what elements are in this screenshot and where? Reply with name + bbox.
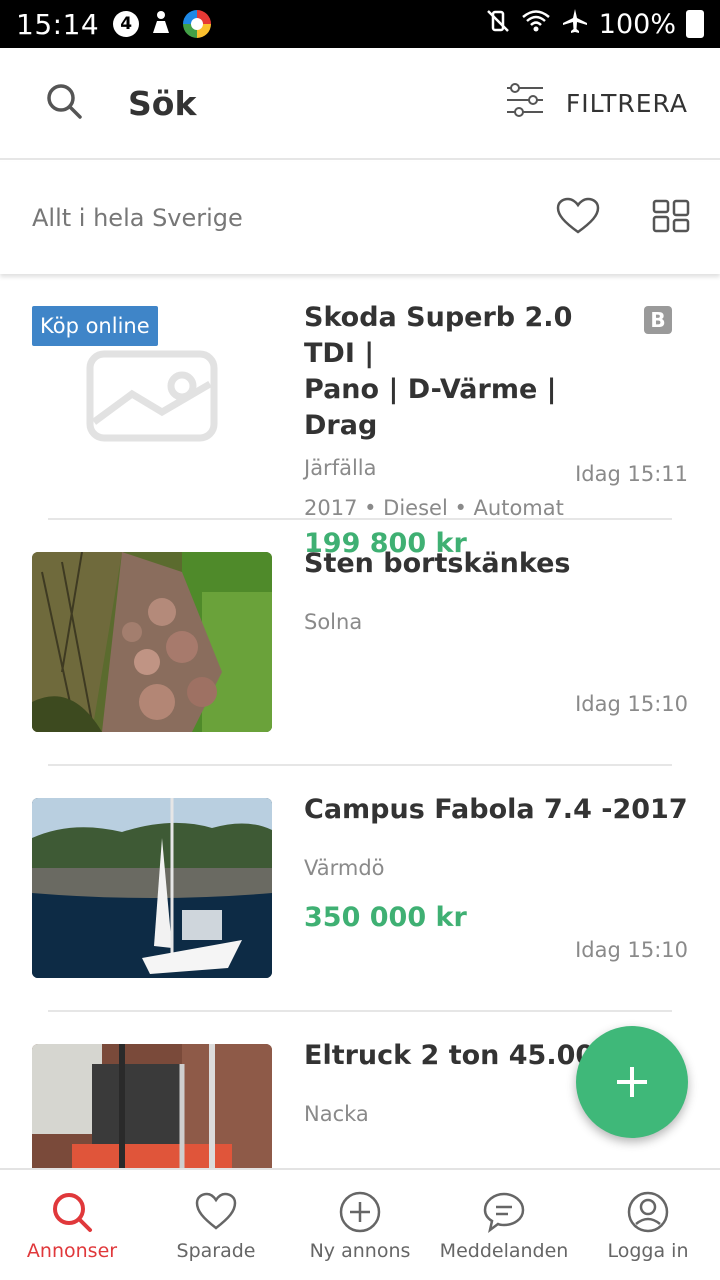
search-icon	[53, 1193, 92, 1232]
save-search-heart-icon[interactable]	[556, 197, 600, 239]
nav-label: Annonser	[26, 1240, 118, 1262]
nav-label: Logga in	[607, 1240, 689, 1262]
sliders-icon	[506, 83, 544, 123]
status-time: 15:14	[16, 7, 100, 41]
nav-meddelanden[interactable]: Meddelanden	[432, 1170, 576, 1280]
business-seller-badge: B	[644, 306, 672, 334]
location-selector[interactable]: Allt i hela Sverige	[32, 204, 243, 232]
search-icon[interactable]	[44, 81, 84, 125]
plus-circle-icon	[339, 1191, 381, 1233]
listing-item[interactable]: Sten bortskänkes Solna Idag 15:10	[0, 520, 720, 764]
listing-title-cont: Pano | D-Värme | Drag	[304, 374, 557, 441]
listing-time: Idag 15:10	[575, 938, 688, 962]
listing-time: Idag 15:10	[575, 692, 688, 716]
listing-location: Solna	[304, 610, 363, 634]
nav-label: Meddelanden	[439, 1240, 569, 1262]
new-listing-fab[interactable]	[576, 1026, 688, 1138]
nav-ny-annons[interactable]: Ny annons	[288, 1170, 432, 1280]
battery-icon	[686, 10, 704, 38]
grid-view-icon[interactable]	[652, 199, 690, 237]
status-bar: 15:14 4 100%	[0, 0, 720, 48]
wifi-icon	[521, 8, 551, 41]
listing-meta: 2017 • Diesel • Automat	[304, 496, 564, 520]
location-bar: Allt i hela Sverige	[0, 162, 720, 274]
listing-item[interactable]: Köp online Skoda Superb 2.0 TDI | Pano |…	[0, 274, 720, 559]
listing-location: Järfälla	[304, 456, 377, 480]
listing-thumbnail	[32, 1044, 272, 1170]
color-app-icon	[183, 10, 212, 38]
listing-title: Skoda Superb 2.0 TDI |	[304, 302, 573, 369]
battery-percent: 100%	[598, 8, 676, 40]
page-title[interactable]: Sök	[128, 84, 196, 123]
nav-annonser[interactable]: Annonser	[0, 1170, 144, 1280]
heart-icon	[195, 1192, 237, 1230]
listing-price: 350 000 kr	[304, 902, 467, 933]
nav-label: Ny annons	[309, 1240, 411, 1262]
user-icon	[627, 1191, 669, 1233]
airplane-icon	[561, 7, 589, 42]
listing-thumbnail	[32, 552, 272, 732]
buy-online-badge: Köp online	[32, 306, 158, 346]
listing-location: Värmdö	[304, 856, 385, 880]
chat-icon	[483, 1192, 525, 1234]
nav-logga-in[interactable]: Logga in	[576, 1170, 720, 1280]
listing-thumbnail	[32, 798, 272, 978]
filter-label: FILTRERA	[565, 88, 688, 118]
listing-time: Idag 15:11	[575, 462, 688, 486]
listing-title: Campus Fabola 7.4 -2017	[304, 794, 688, 825]
nav-sparade[interactable]: Sparade	[144, 1170, 288, 1280]
plus-icon	[617, 1067, 647, 1097]
listing-title: Sten bortskänkes	[304, 548, 571, 579]
listing-item[interactable]: Campus Fabola 7.4 -2017 Värmdö 350 000 k…	[0, 766, 720, 1010]
vibrate-icon	[485, 8, 511, 41]
bottom-navigation: Annonser Sparade Ny annons Meddelanden L…	[0, 1168, 720, 1280]
app-notification-icon	[149, 9, 173, 39]
filter-button[interactable]: FILTRERA	[506, 83, 688, 123]
top-header: Sök FILTRERA	[0, 48, 720, 160]
notification-badge-icon: 4	[113, 11, 140, 37]
nav-label: Sparade	[176, 1240, 256, 1262]
